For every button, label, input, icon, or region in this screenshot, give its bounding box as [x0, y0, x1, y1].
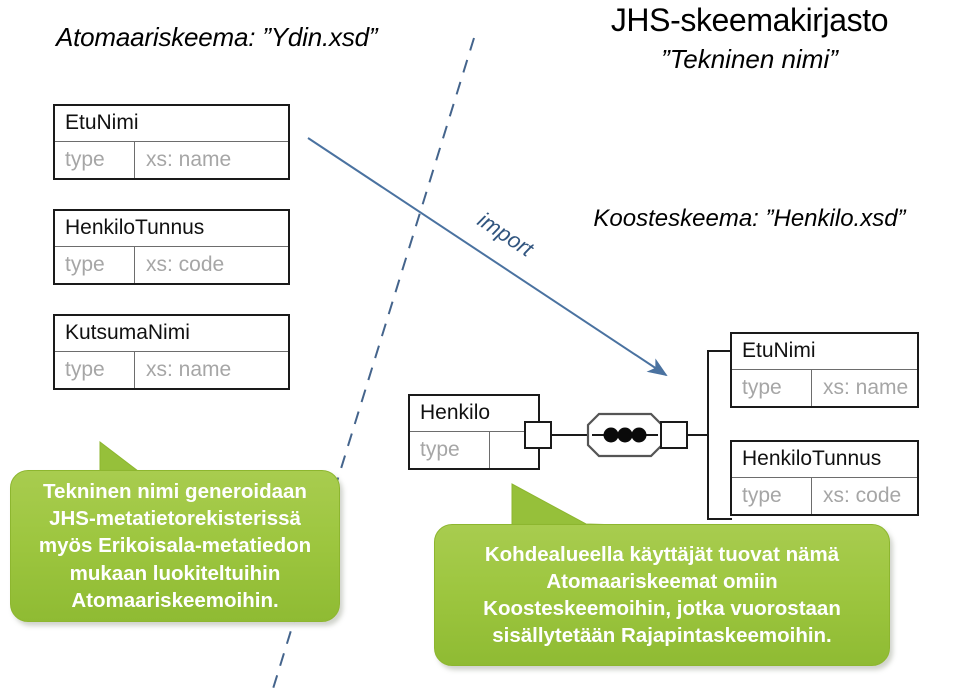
- composite-child-henkilotunnus-type-value: xs: code: [823, 484, 902, 507]
- atomic-box-kutsumanimi-typerow: type xs: name: [55, 352, 288, 388]
- sequence-dot-3: [631, 427, 647, 443]
- composite-box-henkilo-typerow: type: [410, 432, 538, 468]
- atomic-box-etunimi-type-value: xs: name: [146, 148, 232, 171]
- composite-child-etunimi-name: EtuNimi: [732, 334, 917, 370]
- atomic-box-henkilotunnus-name: HenkiloTunnus: [55, 211, 288, 247]
- callout-left: Tekninen nimi generoidaan JHS-metatietor…: [10, 470, 340, 622]
- composite-child-etunimi[interactable]: EtuNimi type xs: name: [730, 332, 919, 408]
- composite-child-henkilotunnus-name: HenkiloTunnus: [732, 442, 917, 478]
- sequence-dot-1: [603, 427, 619, 443]
- composite-box-henkilo-name: Henkilo: [410, 396, 538, 432]
- sequence-indicator-octagon: [586, 412, 664, 458]
- atomic-box-etunimi-type-key: type: [55, 142, 135, 178]
- composite-child-etunimi-type-value: xs: name: [823, 376, 909, 399]
- library-subtitle: ”Tekninen nimi”: [661, 44, 838, 74]
- composite-schema-title: Koosteskeema: ”Henkilo.xsd”: [593, 205, 906, 232]
- atomic-box-kutsumanimi-type-value: xs: name: [146, 358, 232, 381]
- atomic-box-henkilotunnus-type-key: type: [55, 247, 135, 283]
- atomic-box-etunimi[interactable]: EtuNimi type xs: name: [53, 104, 290, 180]
- composite-child-henkilotunnus-type-key: type: [732, 478, 812, 514]
- sequence-dot-2: [617, 427, 633, 443]
- connector-square-right: [660, 421, 688, 449]
- connector-square-left: [524, 421, 552, 449]
- atomic-box-henkilotunnus-typerow: type xs: code: [55, 247, 288, 283]
- atomic-schema-title: Atomaariskeema: ”Ydin.xsd”: [56, 22, 378, 52]
- atomic-box-henkilotunnus-type-value: xs: code: [146, 253, 225, 276]
- callout-bottom: Kohdealueella käyttäjät tuovat nämä Atom…: [434, 524, 890, 666]
- callout-bottom-text: Kohdealueella käyttäjät tuovat nämä Atom…: [483, 542, 841, 648]
- atomic-box-kutsumanimi-name: KutsumaNimi: [55, 316, 288, 352]
- import-arrow-label: import: [473, 207, 539, 262]
- import-arrow-line: [307, 137, 668, 377]
- composite-child-henkilotunnus[interactable]: HenkiloTunnus type xs: code: [730, 440, 919, 516]
- composite-child-henkilotunnus-typerow: type xs: code: [732, 478, 917, 514]
- composite-child-etunimi-type-key: type: [732, 370, 812, 406]
- atomic-box-kutsumanimi-type-key: type: [55, 352, 135, 388]
- connector-bracket-stub-bottom: [707, 518, 732, 520]
- library-title: JHS-skeemakirjasto: [610, 2, 889, 38]
- connector-bracket-stub-top: [707, 350, 732, 352]
- atomic-box-kutsumanimi[interactable]: KutsumaNimi type xs: name: [53, 314, 290, 390]
- composite-box-henkilo-type-key: type: [410, 432, 490, 468]
- atomic-box-henkilotunnus[interactable]: HenkiloTunnus type xs: code: [53, 209, 290, 285]
- slide-canvas: import Atomaariskeema: ”Ydin.xsd” JHS-sk…: [0, 0, 959, 692]
- callout-left-text: Tekninen nimi generoidaan JHS-metatietor…: [38, 480, 312, 612]
- atomic-box-etunimi-typerow: type xs: name: [55, 142, 288, 178]
- connector-line-b: [687, 434, 709, 436]
- composite-box-henkilo[interactable]: Henkilo type: [408, 394, 540, 470]
- atomic-box-etunimi-name: EtuNimi: [55, 106, 288, 142]
- connector-bracket-trunk: [707, 350, 709, 520]
- composite-child-etunimi-typerow: type xs: name: [732, 370, 917, 406]
- callout-bottom-tail: [511, 483, 657, 527]
- connector-line-a: [551, 434, 589, 436]
